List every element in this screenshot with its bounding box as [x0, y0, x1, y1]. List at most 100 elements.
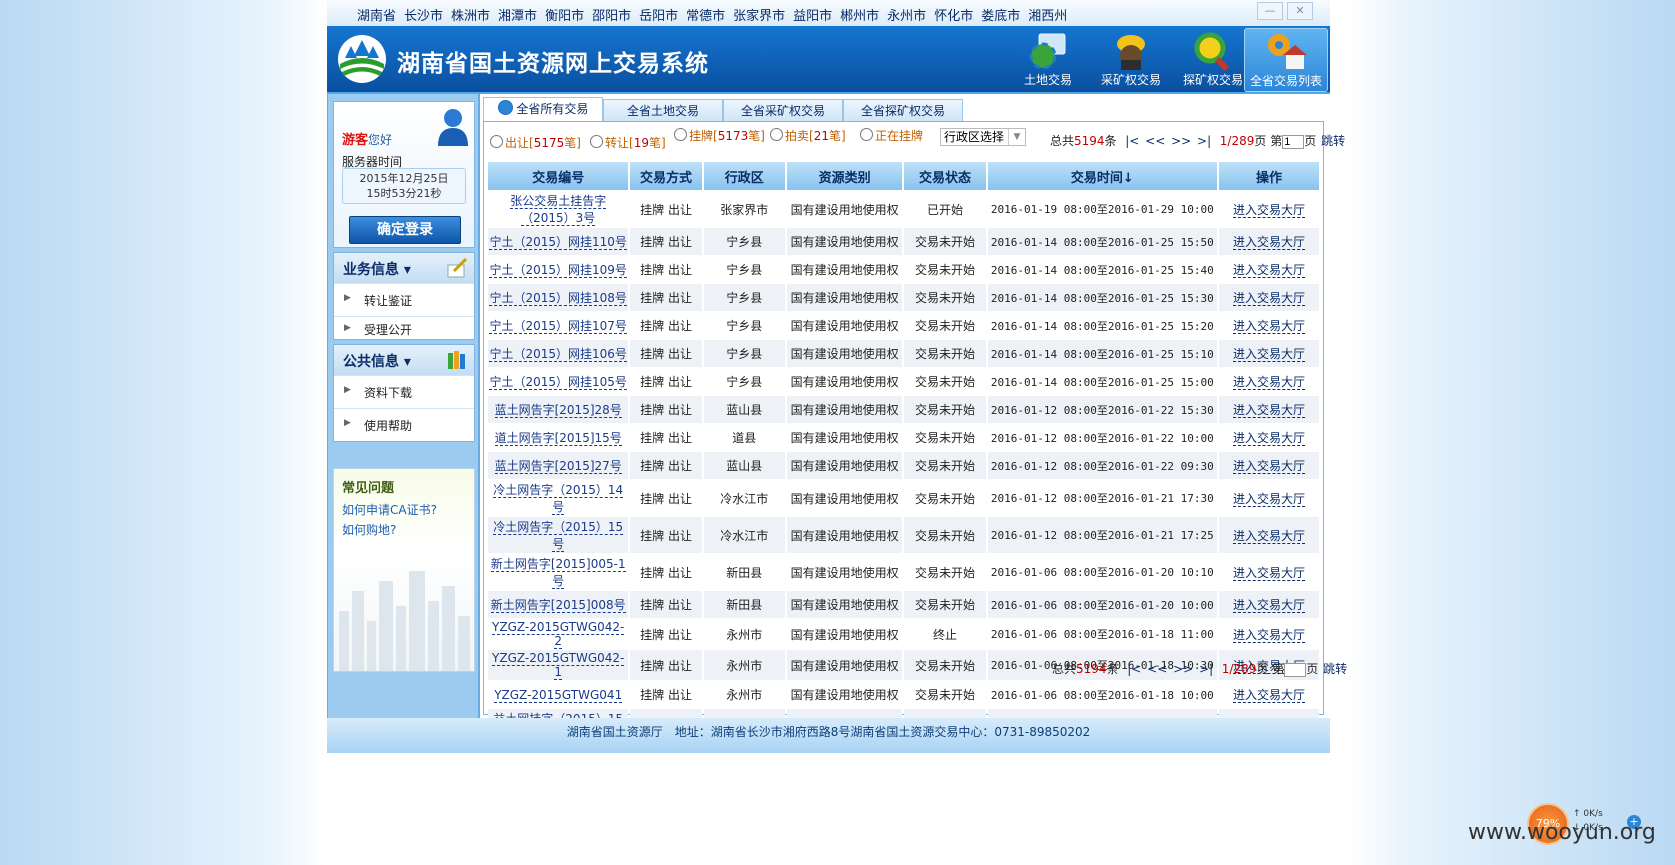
city-link[interactable]: 邵阳市 [592, 5, 631, 24]
region-select[interactable]: 行政区选择 ▼ [940, 128, 1026, 146]
trade-code-link[interactable]: 蓝土网告字[2015]27号 [494, 459, 622, 474]
trade-code-link[interactable]: 宁土（2015）网挂106号 [489, 347, 627, 362]
public-info-header[interactable]: 公共信息 ▾ [334, 345, 474, 376]
next-page-button[interactable]: >> [1173, 662, 1193, 676]
trade-code-link[interactable]: 宁土（2015）网挂105号 [489, 375, 627, 390]
first-page-button[interactable]: |< [1127, 662, 1141, 676]
tab-exploration-trades[interactable]: 全省探矿权交易 [843, 99, 963, 123]
nav-province-trade-list[interactable]: 全省交易列表 [1244, 28, 1328, 92]
first-page-button[interactable]: |< [1125, 134, 1139, 148]
sidebar-item-accept-public[interactable]: ▶ 受理公开 [334, 316, 474, 339]
trade-code-link[interactable]: 冷土网告字（2015）15号 [493, 520, 624, 552]
next-page-button[interactable]: >> [1171, 134, 1191, 148]
city-link[interactable]: 郴州市 [840, 5, 879, 24]
enter-hall-link[interactable]: 进入交易大厅 [1233, 459, 1306, 474]
operation-cell: 进入交易大厅 [1219, 681, 1319, 708]
city-link[interactable]: 益阳市 [793, 5, 832, 24]
sidebar-item-transfer-verification[interactable]: ▶ 转让鉴证 [334, 283, 474, 316]
resource-type-cell: 国有建设用地使用权 [786, 517, 903, 553]
jump-button[interactable]: 跳转 [1323, 662, 1347, 676]
faq-link-buy-land[interactable]: 如何购地? [342, 521, 396, 538]
filter-radios: 出让[5175笔] 转让[19笔] 挂牌[5173笔] 拍卖[21笔] 正在挂牌 [490, 128, 930, 156]
filter-radio-listing[interactable]: 挂牌[5173笔] [674, 127, 765, 144]
faq-link-ca-cert[interactable]: 如何申请CA证书? [342, 501, 437, 518]
trade-table: 交易编号 交易方式 行政区 资源类别 交易状态 交易时间↓ 操作 张公交易土挂告… [486, 161, 1321, 746]
enter-hall-link[interactable]: 进入交易大厅 [1233, 627, 1306, 643]
trade-code-link[interactable]: 张公交易土挂告字（2015）3号 [510, 194, 607, 226]
city-link[interactable]: 娄底市 [981, 5, 1020, 24]
chevron-right-icon: ▶ [344, 293, 351, 303]
enter-hall-link[interactable]: 进入交易大厅 [1233, 403, 1306, 418]
enter-hall-link[interactable]: 进入交易大厅 [1233, 491, 1306, 507]
trade-code-link[interactable]: 宁土（2015）网挂108号 [489, 291, 627, 306]
city-link[interactable]: 岳阳市 [639, 5, 678, 24]
city-link[interactable]: 衡阳市 [545, 5, 584, 24]
page-number-input[interactable] [1284, 663, 1307, 677]
prev-page-button[interactable]: << [1147, 662, 1167, 676]
enter-hall-link[interactable]: 进入交易大厅 [1233, 263, 1306, 278]
filter-radio-ongoing[interactable]: 正在挂牌 [860, 127, 923, 144]
last-page-button[interactable]: >| [1199, 662, 1213, 676]
business-info-header[interactable]: 业务信息 ▾ [334, 253, 474, 284]
operation-cell: 进入交易大厅 [1219, 191, 1319, 227]
login-button[interactable]: 确定登录 [349, 216, 461, 244]
enter-hall-link[interactable]: 进入交易大厅 [1233, 375, 1306, 390]
city-link[interactable]: 常德市 [686, 5, 725, 24]
trade-status-cell: 交易未开始 [904, 650, 986, 680]
prev-page-button[interactable]: << [1145, 134, 1165, 148]
trade-code-link[interactable]: 宁土（2015）网挂109号 [489, 263, 627, 278]
trade-code-link[interactable]: 蓝土网告字[2015]28号 [494, 403, 622, 418]
table-row: 道土网告字[2015]15号 挂牌 出让 道县 国有建设用地使用权 交易未开始 2016-… [488, 424, 1319, 451]
trade-code-link[interactable]: 宁土（2015）网挂110号 [489, 235, 627, 250]
filter-radio-sell[interactable]: 出让[5175笔] [490, 134, 581, 151]
enter-hall-link[interactable]: 进入交易大厅 [1233, 319, 1306, 334]
filter-radio-auction[interactable]: 拍卖[21笔] [770, 127, 846, 144]
enter-hall-link[interactable]: 进入交易大厅 [1233, 528, 1306, 544]
trade-code-link[interactable]: YZGZ-2015GTWG041 [494, 687, 623, 703]
sidebar-item-download[interactable]: ▶ 资料下载 [334, 375, 474, 408]
enter-hall-link[interactable]: 进入交易大厅 [1233, 565, 1306, 581]
trade-method-cell: 挂牌 出让 [630, 368, 702, 395]
city-link[interactable]: 张家界市 [733, 5, 785, 24]
enter-hall-link[interactable]: 进入交易大厅 [1233, 431, 1306, 446]
trade-code-link[interactable]: 新土网告字[2015]005-1号 [490, 557, 626, 589]
sidebar-item-help[interactable]: ▶ 使用帮助 [334, 408, 474, 441]
close-button[interactable]: ✕ [1287, 2, 1313, 20]
trade-method-cell: 挂牌 出让 [630, 619, 702, 649]
nav-mining-right-trade[interactable]: 采矿权交易 [1090, 28, 1172, 90]
page-number-input[interactable] [1282, 135, 1305, 149]
city-link[interactable]: 长沙市 [404, 5, 443, 24]
city-link[interactable]: 湘潭市 [498, 5, 537, 24]
city-link[interactable]: 湘西州 [1028, 5, 1067, 24]
trade-code-link[interactable]: 道土网告字[2015]15号 [494, 431, 622, 446]
trade-code-link[interactable]: 宁土（2015）网挂107号 [489, 319, 627, 334]
city-link[interactable]: 株洲市 [451, 5, 490, 24]
table-row: 蓝土网告字[2015]28号 挂牌 出让 蓝山县 国有建设用地使用权 交易未开始 2016… [488, 396, 1319, 423]
tab-mining-trades[interactable]: 全省采矿权交易 [723, 99, 843, 123]
city-link[interactable]: 怀化市 [934, 5, 973, 24]
last-page-button[interactable]: >| [1197, 134, 1211, 148]
enter-hall-link[interactable]: 进入交易大厅 [1233, 202, 1306, 218]
trade-code-link[interactable]: 冷土网告字（2015）14号 [493, 483, 624, 515]
col-header-time[interactable]: 交易时间↓ [987, 162, 1218, 190]
jump-button[interactable]: 跳转 [1321, 134, 1345, 148]
magnifier-search-icon [1194, 32, 1230, 72]
enter-hall-link[interactable]: 进入交易大厅 [1233, 688, 1306, 703]
city-link[interactable]: 永州市 [887, 5, 926, 24]
city-link[interactable]: 湖南省 [357, 5, 396, 24]
tab-land-trades[interactable]: 全省土地交易 [603, 99, 723, 123]
tab-all-trades[interactable]: 全省所有交易 [483, 97, 603, 123]
enter-hall-link[interactable]: 进入交易大厅 [1233, 598, 1306, 613]
nav-land-trade[interactable]: 土地交易 [1007, 28, 1089, 90]
trade-code-link[interactable]: YZGZ-2015GTWG042-2 [492, 620, 625, 649]
filter-radio-transfer[interactable]: 转让[19笔] [590, 134, 666, 151]
trade-status-cell: 交易未开始 [904, 681, 986, 708]
enter-hall-link[interactable]: 进入交易大厅 [1233, 347, 1306, 362]
trade-code-link[interactable]: 新土网告字[2015]008号 [490, 598, 626, 613]
nav-exploration-right-trade[interactable]: 探矿权交易 [1172, 28, 1254, 90]
enter-hall-link[interactable]: 进入交易大厅 [1233, 235, 1306, 250]
operation-cell: 进入交易大厅 [1219, 312, 1319, 339]
enter-hall-link[interactable]: 进入交易大厅 [1233, 291, 1306, 306]
trade-code-link[interactable]: YZGZ-2015GTWG042-1 [492, 651, 625, 680]
minimize-button[interactable]: — [1257, 2, 1283, 20]
